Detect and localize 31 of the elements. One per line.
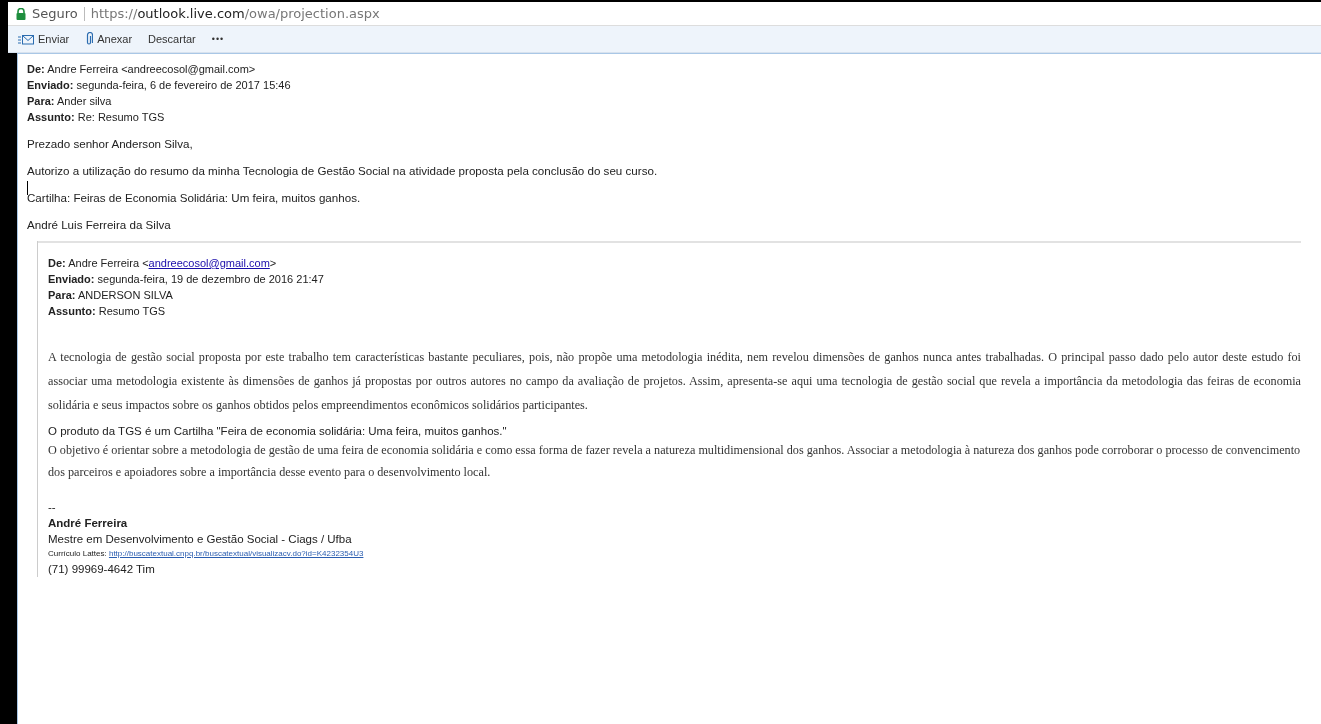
email-link[interactable]: andreecosol@gmail.com: [148, 257, 270, 269]
message-paragraph: Prezado senhor Anderson Silva,: [27, 136, 194, 152]
header-line: Enviado: segunda-feira, 19 de dezembro de 2016 21:47: [48, 272, 325, 287]
address-bar[interactable]: Seguro https://outlook.live.com/owa/projection.aspx: [8, 2, 1321, 26]
header-line: Enviado: segunda-feira, 6 de fevereiro de 2017 15:46: [27, 78, 292, 93]
message-paragraph: André Luis Ferreira da Silva: [27, 217, 172, 233]
signature-phone: (71) 99969-4642 Tim: [48, 562, 156, 577]
message-body[interactable]: [17, 53, 1321, 724]
more-button[interactable]: •••: [211, 34, 225, 44]
lattes-link[interactable]: http://buscatextual.cnpq.br/buscatextual/visualizacv.do?id=K4232354U3: [108, 549, 364, 558]
security-label: Seguro: [32, 6, 78, 21]
attach-button[interactable]: Anexar: [85, 32, 133, 46]
url-text: https://outlook.live.com/owa/projection.aspx: [90, 6, 380, 21]
header-line: Assunto: Re: Resumo TGS: [27, 110, 166, 125]
header-line: Assunto: Resumo TGS: [48, 304, 167, 319]
message-paragraph: O objetivo é orientar sobre a metodologia de gestão de uma feira de economia solidária e como essa forma de fazer revela a natureza multidimensional dos ganhos. Associar a metodologia à natureza dos ganhos pode corroborar o processo de convencimento dos parceiros e apoiadores sobre a importância desse evento para o desenvolvimento local.: [48, 442, 1301, 481]
message-paragraph: O produto da TGS é um Cartilha "Feira de economia solidária: Uma feira, muitos ganhos.": [48, 424, 508, 439]
send-button[interactable]: Enviar: [18, 33, 70, 45]
header-line: De: Andre Ferreira <andreecosol@gmail.com>: [27, 62, 257, 77]
header-line: De: Andre Ferreira <andreecosol@gmail.com>: [48, 256, 278, 271]
header-line: Para: ANDERSON SILVA: [48, 288, 174, 303]
envelope-icon: [18, 33, 34, 45]
signature-separator: --: [48, 500, 57, 515]
signature-title: Mestre em Desenvolvimento e Gestão Social - Ciags / Ufba: [48, 532, 353, 547]
signature-name: André Ferreira: [48, 516, 129, 531]
header-line: Para: Ander silva: [27, 94, 113, 109]
lattes-label: Currículo Lattes:: [48, 549, 107, 558]
paperclip-icon: [85, 32, 94, 46]
message-paragraph: A tecnologia de gestão social proposta por este trabalho tem características bastante peculiares, pois, não propõe uma metodologia inédita, nem revelou dimensões de ganhos nunca antes trabalhadas. O principal passo dado pelo autor deste estudo foi associar uma metodologia existente às dimensões de ganhos já propostas por outros autores no campo da avaliação de projetos. Assim, apresenta-se aqui uma tecnologia de gestão social que revela a importância da metodologia das feiras de economia solidária e seus impactos sobre os ganhos obtidos pelos empreendimentos econômicos solidários participantes.: [48, 349, 1301, 414]
lock-icon: [16, 7, 26, 20]
discard-button[interactable]: Descartar: [148, 33, 196, 45]
